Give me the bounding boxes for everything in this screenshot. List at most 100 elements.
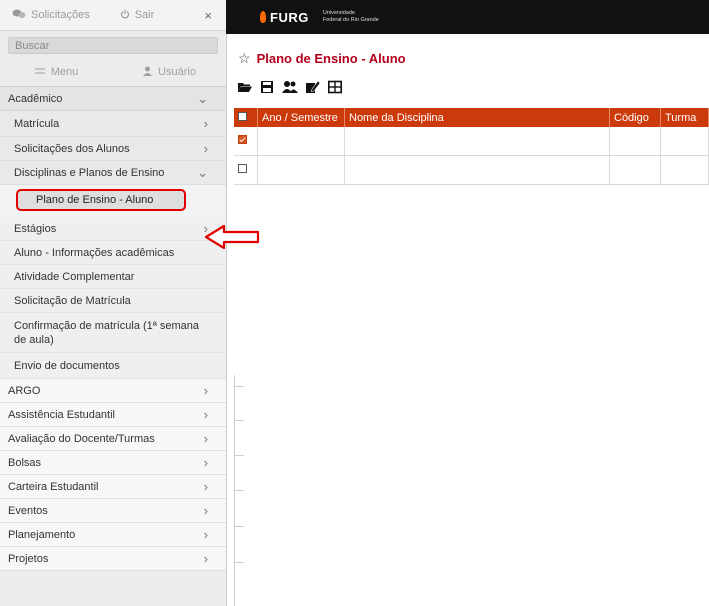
select-all-checkbox[interactable] xyxy=(238,111,247,121)
close-icon[interactable]: × xyxy=(204,8,212,23)
sidebar-item-label: Matrícula xyxy=(14,117,60,130)
folder-open-icon[interactable] xyxy=(238,80,252,94)
sidebar-item-bolsas[interactable]: Bolsas › xyxy=(0,451,226,475)
sidebar-item-label: Bolsas xyxy=(8,456,42,469)
brand-subtitle: Universidade Federal do Rio Grande xyxy=(323,10,379,24)
chevron-right-icon: › xyxy=(203,503,208,518)
chevron-right-icon: › xyxy=(203,527,208,542)
sidebar-item-estagios[interactable]: Estágios › xyxy=(0,217,226,241)
save-icon[interactable] xyxy=(260,80,274,94)
sidebar-item-envio[interactable]: Envio de documentos xyxy=(0,353,226,379)
sidebar-item-label: Atividade Complementar xyxy=(14,270,135,283)
sidebar-item-projetos[interactable]: Projetos › xyxy=(0,547,226,571)
tab-user[interactable]: Usuário xyxy=(113,58,226,86)
exit-label: Sair xyxy=(134,9,155,21)
panel-tick xyxy=(234,455,244,456)
cell xyxy=(660,127,709,156)
disciplines-table: Ano / Semestre Nome da Disciplina Código… xyxy=(234,108,709,185)
chevron-right-icon: › xyxy=(203,431,208,446)
cell xyxy=(609,155,661,185)
panel-tick xyxy=(234,490,244,491)
sidebar-item-label: Disciplinas e Planos de Ensino xyxy=(14,166,165,179)
tab-menu-label: Menu xyxy=(50,66,79,78)
sidebar-item-atividade[interactable]: Atividade Complementar xyxy=(0,265,226,289)
panel-tick xyxy=(234,386,244,387)
sidebar-item-carteira[interactable]: Carteira Estudantil › xyxy=(0,475,226,499)
cell xyxy=(344,127,610,156)
annotation-arrow-icon xyxy=(204,224,260,250)
table-icon[interactable] xyxy=(328,80,342,94)
requests-link[interactable]: Solicitações xyxy=(12,9,90,22)
sidebar-topbar: Solicitações Sair × xyxy=(0,0,226,31)
search-input[interactable]: Buscar xyxy=(8,37,218,54)
row-select-cell xyxy=(234,127,258,156)
sidebar-item-argo[interactable]: ARGO › xyxy=(0,379,226,403)
sidebar-item-solicitacao-matricula[interactable]: Solicitação de Matrícula xyxy=(0,289,226,313)
brand-line-1: Universidade xyxy=(322,10,355,16)
col-nome-disciplina[interactable]: Nome da Disciplina xyxy=(344,108,610,127)
row-checkbox[interactable] xyxy=(238,164,247,173)
sidebar-item-label: Estágios xyxy=(14,222,57,235)
sidebar-item-container: Plano de Ensino - Aluno xyxy=(0,185,226,217)
tab-menu[interactable]: Menu xyxy=(0,58,113,86)
sidebar-item-planejamento[interactable]: Planejamento › xyxy=(0,523,226,547)
chevron-down-icon: ⌄ xyxy=(197,90,208,106)
sidebar-item-label: Envio de documentos xyxy=(14,359,120,372)
sidebar-item-eventos[interactable]: Eventos › xyxy=(0,499,226,523)
exit-link[interactable]: Sair xyxy=(120,9,155,22)
cell xyxy=(660,155,709,185)
sidebar-item-label: ARGO xyxy=(8,384,41,397)
sidebar-item-academico[interactable]: Acadêmico ⌄ xyxy=(0,87,226,111)
cell xyxy=(257,155,345,185)
sidebar-item-label: Aluno - Informações acadêmicas xyxy=(14,246,175,259)
chevron-right-icon: › xyxy=(203,141,208,156)
panel-tick xyxy=(234,526,244,527)
star-icon[interactable]: ☆ xyxy=(238,50,251,67)
hamburger-icon xyxy=(34,66,45,78)
flame-icon xyxy=(260,11,266,23)
panel-tick xyxy=(234,420,244,421)
sidebar-item-confirmacao[interactable]: Confirmação de matrícula (1ª semana de a… xyxy=(0,313,226,353)
table-header-row: Ano / Semestre Nome da Disciplina Código… xyxy=(234,108,709,127)
chevron-right-icon: › xyxy=(203,551,208,566)
user-icon xyxy=(143,66,153,79)
tab-user-label: Usuário xyxy=(158,66,196,78)
sidebar-item-label: Solicitações dos Alunos xyxy=(14,142,130,155)
sidebar-item-label: Assistência Estudantil xyxy=(8,408,115,421)
col-codigo[interactable]: Código xyxy=(609,108,661,127)
sidebar-item-label: Carteira Estudantil xyxy=(8,480,99,493)
sidebar-item-avaliacao[interactable]: Avaliação do Docente/Turmas › xyxy=(0,427,226,451)
sidebar-item-assistencia[interactable]: Assistência Estudantil › xyxy=(0,403,226,427)
brand-name: FURG xyxy=(270,9,309,25)
sidebar-item-label: Solicitação de Matrícula xyxy=(14,294,131,307)
sidebar-item-solicitacoes-alunos[interactable]: Solicitações dos Alunos › xyxy=(0,137,226,161)
sidebar-item-label: Projetos xyxy=(8,552,49,565)
sidebar-item-label: Confirmação de matrícula (1ª semana de a… xyxy=(14,319,200,346)
chevron-down-icon: ⌄ xyxy=(197,164,208,180)
col-turma[interactable]: Turma xyxy=(660,108,709,127)
sidebar-item-label: Avaliação do Docente/Turmas xyxy=(8,432,155,445)
users-icon[interactable] xyxy=(282,80,298,94)
toolbar xyxy=(238,80,342,94)
sidebar-item-disciplinas[interactable]: Disciplinas e Planos de Ensino ⌄ xyxy=(0,161,226,185)
panel-tick xyxy=(234,562,244,563)
sidebar-item-aluno-info[interactable]: Aluno - Informações acadêmicas xyxy=(0,241,226,265)
table-row[interactable] xyxy=(234,127,709,156)
col-ano-semestre[interactable]: Ano / Semestre xyxy=(257,108,345,127)
edit-note-icon[interactable] xyxy=(306,80,320,94)
page-title: Plano de Ensino - Aluno xyxy=(256,51,406,66)
table-row[interactable] xyxy=(234,155,709,185)
sidebar-item-label: Eventos xyxy=(8,504,48,517)
page-header: ☆ Plano de Ensino - Aluno xyxy=(238,50,406,67)
sidebar-item-label: Acadêmico xyxy=(8,92,63,105)
chevron-right-icon: › xyxy=(203,383,208,398)
requests-label: Solicitações xyxy=(31,9,90,21)
row-select-cell xyxy=(234,155,258,185)
row-checkbox-checked[interactable] xyxy=(238,135,247,144)
cell xyxy=(344,155,610,185)
select-all-cell xyxy=(234,108,258,127)
sidebar-item-matricula[interactable]: Matrícula › xyxy=(0,111,226,137)
sidebar-item-plano-aluno[interactable]: Plano de Ensino - Aluno xyxy=(16,189,186,211)
sidebar-tabs: Menu Usuário xyxy=(0,58,226,87)
sidebar-item-label: Planejamento xyxy=(8,528,76,541)
